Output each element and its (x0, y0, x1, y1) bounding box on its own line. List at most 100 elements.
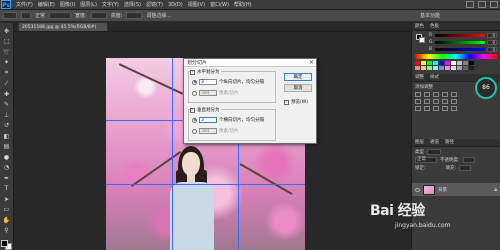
color-swatch[interactable] (433, 61, 438, 65)
slice-mode-button[interactable] (21, 12, 31, 19)
clone-stamp-tool-icon[interactable]: ⊥ (2, 111, 12, 120)
tab-layers[interactable]: 图层 (415, 139, 424, 146)
color-swatch[interactable] (421, 66, 426, 70)
slider-b[interactable]: B 0 (429, 47, 497, 52)
menu-help[interactable]: 帮助(H) (234, 1, 252, 8)
preview-checkbox[interactable]: ✓ 预览(W) (284, 99, 308, 105)
vibrance-icon[interactable] (451, 92, 457, 97)
move-tool-icon[interactable]: ✥ (2, 27, 12, 36)
checkbox-checked-icon[interactable]: ✓ (190, 69, 195, 75)
layer-kind-label[interactable]: 类型 (415, 149, 424, 155)
tab-paths[interactable]: 路径 (445, 139, 454, 146)
color-swatch[interactable] (445, 66, 450, 70)
menu-image[interactable]: 图像(I) (60, 1, 75, 8)
layer-row-background[interactable]: 背景 🔒︎ (412, 183, 500, 196)
horizontal-pixels-option[interactable]: 384 像素/切片 (192, 90, 239, 96)
checkbox-checked-icon[interactable]: ✓ (190, 107, 195, 113)
fill-input[interactable] (459, 165, 472, 171)
slider-b-track[interactable] (435, 48, 485, 51)
tab-adjustments[interactable]: 调整 (415, 74, 424, 81)
color-swatches[interactable] (1, 240, 12, 250)
color-swatch[interactable] (451, 66, 456, 70)
pen-tool-icon[interactable]: ✒ (2, 174, 12, 183)
horizontal-divide-checkbox[interactable]: ✓ 水平划分为 (190, 69, 221, 75)
color-swatch[interactable] (451, 61, 456, 65)
layer-kind-select[interactable] (427, 149, 441, 155)
checkbox-checked-icon[interactable]: ✓ (284, 99, 289, 105)
hand-tool-icon[interactable]: ✋ (2, 216, 12, 225)
color-swatch[interactable] (457, 66, 462, 70)
threshold-icon[interactable] (433, 106, 439, 111)
dialog-close-icon[interactable]: × (309, 59, 314, 66)
maximize-button[interactable] (478, 1, 486, 8)
color-swatch[interactable] (421, 61, 426, 65)
menu-3d[interactable]: 3D(D) (168, 2, 183, 8)
brightness-icon[interactable] (415, 92, 421, 97)
radio-selected-icon[interactable] (192, 117, 197, 123)
panel-fg-bg-swatch[interactable] (416, 34, 425, 45)
crop-tool-icon[interactable]: ⌗ (2, 69, 12, 78)
color-swatch[interactable] (469, 61, 474, 65)
color-swatch[interactable] (427, 66, 432, 70)
black-white-icon[interactable] (433, 99, 439, 104)
slider-r-value[interactable]: 0 (487, 33, 497, 38)
menu-edit[interactable]: 编辑(E) (38, 1, 55, 8)
workspace-switcher[interactable]: 基本功能 (420, 12, 440, 19)
tab-styles[interactable]: 样式 (430, 74, 439, 81)
vertical-count-input[interactable]: 3 (199, 117, 217, 123)
close-window-button[interactable] (490, 1, 498, 8)
slider-g-value[interactable]: 0 (487, 40, 497, 45)
horizontal-count-option[interactable]: 3 个纵向切片，均匀分隔 (192, 79, 264, 85)
color-swatch[interactable] (445, 61, 450, 65)
tool-preset-picker[interactable] (3, 12, 17, 19)
lasso-tool-icon[interactable]: ➰ (2, 48, 12, 57)
vertical-divide-checkbox[interactable]: ✓ 垂直划分为 (190, 107, 221, 113)
zoom-tool-icon[interactable]: ⚲ (2, 227, 12, 236)
magic-wand-tool-icon[interactable]: ✦ (2, 59, 12, 68)
vertical-count-option[interactable]: 3 个横向切片，均匀分隔 (192, 117, 264, 123)
foreground-color-swatch[interactable] (1, 240, 8, 247)
color-swatch[interactable] (439, 66, 444, 70)
exposure-icon[interactable] (442, 92, 448, 97)
eye-icon[interactable] (415, 187, 420, 192)
hue-saturation-icon[interactable] (415, 99, 421, 104)
type-tool-icon[interactable]: T (2, 185, 12, 194)
opacity-input[interactable] (462, 157, 475, 163)
slider-r[interactable]: R 0 (429, 33, 497, 38)
menu-view[interactable]: 视图(V) (188, 1, 205, 8)
blur-tool-icon[interactable]: ● (2, 153, 12, 162)
vertical-pixels-input[interactable]: 384 (199, 128, 217, 134)
tab-swatches[interactable]: 色板 (430, 23, 439, 30)
horizontal-pixels-input[interactable]: 384 (199, 90, 217, 96)
posterize-icon[interactable] (424, 106, 430, 111)
healing-brush-tool-icon[interactable]: ✚ (2, 90, 12, 99)
slider-g[interactable]: G 0 (429, 40, 497, 45)
slider-b-value[interactable]: 0 (487, 47, 497, 52)
slider-g-track[interactable] (435, 41, 485, 44)
color-swatch[interactable] (463, 66, 468, 70)
color-swatch[interactable] (457, 61, 462, 65)
history-brush-tool-icon[interactable]: ↺ (2, 122, 12, 131)
path-selection-tool-icon[interactable]: ➤ (2, 195, 12, 204)
height-input[interactable] (126, 12, 143, 19)
levels-icon[interactable] (424, 92, 430, 97)
radio-selected-icon[interactable] (192, 79, 197, 85)
menu-layer[interactable]: 图层(L) (80, 1, 97, 8)
color-swatch[interactable] (463, 61, 468, 65)
ok-button[interactable]: 确定 (284, 73, 312, 81)
color-spectrum-bar[interactable] (415, 54, 497, 59)
blend-mode-select[interactable]: 正常 (415, 157, 437, 163)
marquee-tool-icon[interactable]: ⬚ (2, 38, 12, 47)
menu-filter[interactable]: 滤镜(T) (146, 1, 163, 8)
color-swatch[interactable] (439, 61, 444, 65)
color-swatch[interactable] (433, 66, 438, 70)
color-swatch[interactable] (415, 61, 420, 65)
eraser-tool-icon[interactable]: ◧ (2, 132, 12, 141)
slider-r-track[interactable] (435, 34, 485, 37)
style-select[interactable] (49, 12, 72, 19)
selective-color-icon[interactable] (451, 106, 457, 111)
invert-icon[interactable] (415, 106, 421, 111)
menu-window[interactable]: 窗口(W) (210, 1, 229, 8)
curves-icon[interactable] (433, 92, 439, 97)
tab-channels[interactable]: 通道 (430, 139, 439, 146)
